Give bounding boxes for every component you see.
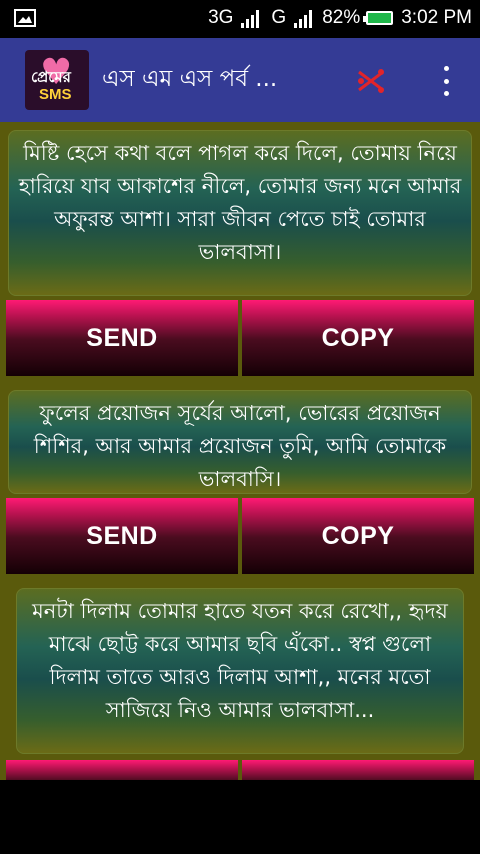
message-text: ফুলের প্রয়োজন সূর্যের আলো, ভোরের প্রয়ো…: [33, 401, 447, 491]
signal-icon-2: [294, 8, 313, 28]
logo-sms-text: SMS: [39, 86, 72, 103]
send-button[interactable]: SEND: [6, 498, 238, 574]
gallery-notification-icon: [14, 8, 36, 33]
page-title: এস এম এস পর্ব ...: [102, 66, 278, 92]
message-list[interactable]: মিষ্টি হেসে কথা বলে পাগল করে দিলে, তোমায…: [0, 122, 480, 780]
message-card: ফুলের প্রয়োজন সূর্যের আলো, ভোরের প্রয়ো…: [8, 390, 472, 494]
battery-icon: [363, 11, 394, 25]
send-button[interactable]: SEND: [6, 300, 238, 376]
network-type-2: G: [271, 7, 287, 28]
signal-icon-1: [241, 8, 260, 28]
share-icon[interactable]: [356, 66, 386, 96]
message-text: মিষ্টি হেসে কথা বলে পাগল করে দিলে, তোমায…: [18, 141, 462, 264]
status-right: 3G G 82% 3:02 PM: [208, 7, 472, 29]
message-card: মিষ্টি হেসে কথা বলে পাগল করে দিলে, তোমায…: [8, 130, 472, 296]
send-button[interactable]: [6, 760, 238, 780]
overflow-menu-icon[interactable]: [435, 66, 457, 96]
clock: 3:02 PM: [401, 7, 472, 28]
message-card: মনটা দিলাম তোমার হাতে যতন করে রেখো,, হৃদ…: [16, 588, 464, 754]
status-bar: 3G G 82% 3:02 PM: [0, 0, 480, 38]
bottom-area: [0, 780, 480, 854]
battery-level: 82%: [322, 7, 361, 28]
message-text: মনটা দিলাম তোমার হাতে যতন করে রেখো,, হৃদ…: [32, 599, 448, 722]
copy-button[interactable]: COPY: [242, 300, 474, 376]
app-logo: ♥ প্রেমের SMS: [25, 50, 89, 110]
app-bar: ♥ প্রেমের SMS এস এম এস পর্ব ...: [0, 38, 480, 122]
network-type-1: 3G: [208, 7, 234, 28]
copy-button[interactable]: COPY: [242, 498, 474, 574]
copy-button[interactable]: [242, 760, 474, 780]
